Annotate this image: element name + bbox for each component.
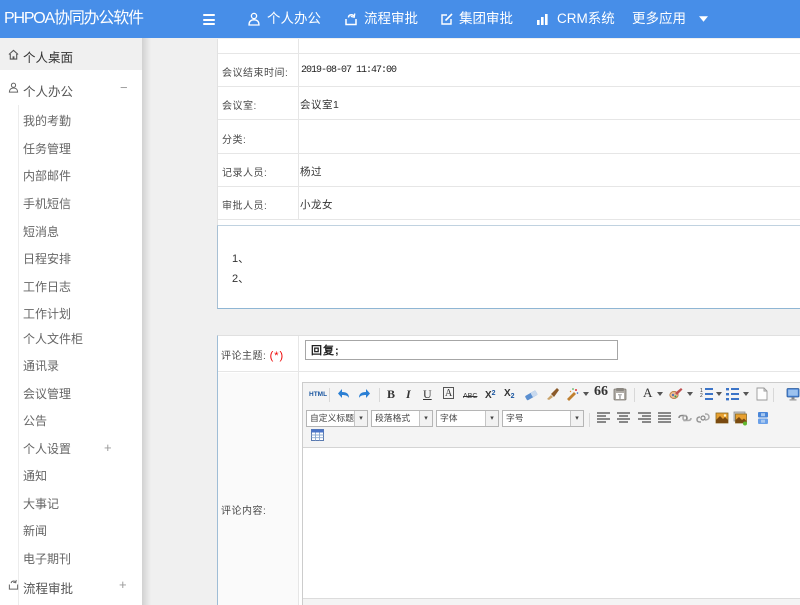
- svg-text:2: 2: [700, 393, 703, 399]
- svg-text:T: T: [618, 393, 622, 400]
